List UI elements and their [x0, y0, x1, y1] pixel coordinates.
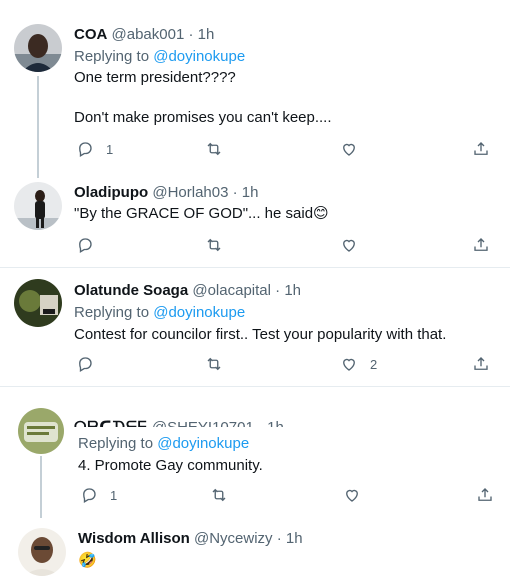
- share-icon: [474, 238, 488, 251]
- retweet-icon: [212, 488, 226, 502]
- reply-icon: [79, 142, 92, 157]
- tweet-text: Contest for councilor first.. Test your …: [74, 326, 447, 343]
- author-name[interactable]: Oladipupo: [74, 184, 148, 201]
- reply-icon: [79, 357, 92, 372]
- like-icon: [343, 358, 355, 371]
- share-icon: [474, 142, 488, 155]
- retweet-button[interactable]: [210, 486, 240, 504]
- tweet-header: ᗩᗷᑕᗪᗴᖴ @SHEYI10701 · 1h: [74, 418, 284, 427]
- like-icon: [343, 239, 355, 252]
- retweet-icon: [207, 238, 221, 252]
- tweet-header: COA @abak001 · 1h: [74, 26, 214, 43]
- retweet-button[interactable]: [205, 140, 235, 158]
- tweet-header: Wisdom Allison @Nycewizy · 1h: [78, 530, 303, 547]
- tweet-text: 4. Promote Gay community.: [78, 457, 263, 474]
- avatar[interactable]: [18, 528, 66, 576]
- author-handle[interactable]: @abak001: [112, 26, 185, 43]
- like-icon: [346, 489, 358, 502]
- like-icon: [343, 143, 355, 156]
- thread-line: [40, 456, 42, 518]
- tweet-text: "By the GRACE OF GOD"... he said😊: [74, 205, 329, 222]
- reply-icon: [83, 488, 96, 503]
- timestamp[interactable]: 1h: [284, 282, 301, 299]
- separator-dot: ·: [232, 184, 238, 201]
- thread-line: [37, 76, 39, 178]
- replying-to: Replying to @doyinokupe: [74, 48, 245, 65]
- replying-to-label: Replying to: [74, 304, 154, 321]
- replying-to: Replying to @doyinokupe: [74, 304, 245, 321]
- like-count: 2: [370, 356, 378, 372]
- author-handle[interactable]: @SHEYI10701: [152, 419, 254, 427]
- author-handle[interactable]: @Horlah03: [152, 184, 228, 201]
- retweet-icon: [207, 357, 221, 371]
- mention-link[interactable]: @doyinokupe: [153, 48, 245, 65]
- timestamp[interactable]: 1h: [198, 26, 215, 43]
- reply-button[interactable]: [76, 355, 106, 373]
- author-name[interactable]: ᗩᗷᑕᗪᗴᖴ: [74, 419, 148, 427]
- mention-link[interactable]: @doyinokupe: [157, 435, 249, 452]
- avatar[interactable]: [14, 279, 62, 327]
- avatar[interactable]: [18, 408, 64, 454]
- timestamp[interactable]: 1h: [267, 419, 284, 427]
- share-button[interactable]: [472, 236, 490, 254]
- timestamp[interactable]: 1h: [242, 184, 259, 201]
- like-button[interactable]: [343, 486, 373, 504]
- share-button[interactable]: [476, 486, 494, 504]
- author-handle[interactable]: @olacapital: [192, 282, 271, 299]
- share-button[interactable]: [472, 355, 490, 373]
- share-button[interactable]: [472, 140, 490, 158]
- like-button[interactable]: 2: [340, 355, 377, 373]
- like-button[interactable]: [340, 236, 370, 254]
- retweet-button[interactable]: [205, 236, 235, 254]
- reply-count: 1: [110, 487, 118, 503]
- reply-button[interactable]: 1: [76, 140, 113, 158]
- tweet-header: Olatunde Soaga @olacapital · 1h: [74, 282, 301, 299]
- like-button[interactable]: [340, 140, 370, 158]
- share-icon: [474, 357, 488, 370]
- replying-to-label: Replying to: [74, 48, 154, 65]
- author-name[interactable]: Wisdom Allison: [78, 530, 190, 547]
- separator-dot: ·: [275, 282, 281, 299]
- tweet-text: 🤣: [78, 552, 97, 569]
- separator-dot: ·: [188, 26, 194, 43]
- reply-count: 1: [106, 141, 114, 157]
- reply-button[interactable]: [76, 236, 106, 254]
- tweet-divider: [0, 386, 510, 387]
- author-name[interactable]: Olatunde Soaga: [74, 282, 188, 299]
- tweet-divider: [0, 267, 510, 268]
- replying-to-label: Replying to: [78, 435, 158, 452]
- tweet-header: Oladipupo @Horlah03 · 1h: [74, 184, 258, 201]
- avatar[interactable]: [14, 24, 62, 72]
- retweet-button[interactable]: [205, 355, 235, 373]
- share-icon: [478, 488, 492, 501]
- separator-dot: ·: [276, 530, 282, 547]
- reply-button[interactable]: 1: [80, 486, 117, 504]
- mention-link[interactable]: @doyinokupe: [153, 304, 245, 321]
- separator-dot: ·: [258, 419, 263, 427]
- avatar[interactable]: [14, 182, 62, 230]
- timestamp[interactable]: 1h: [286, 530, 303, 547]
- retweet-icon: [207, 142, 221, 156]
- reply-icon: [79, 238, 92, 253]
- replying-to: Replying to @doyinokupe: [78, 435, 249, 452]
- author-handle[interactable]: @Nycewizy: [194, 530, 273, 547]
- tweet-text: One term president???? Don't make promis…: [74, 69, 332, 126]
- author-name[interactable]: COA: [74, 26, 107, 43]
